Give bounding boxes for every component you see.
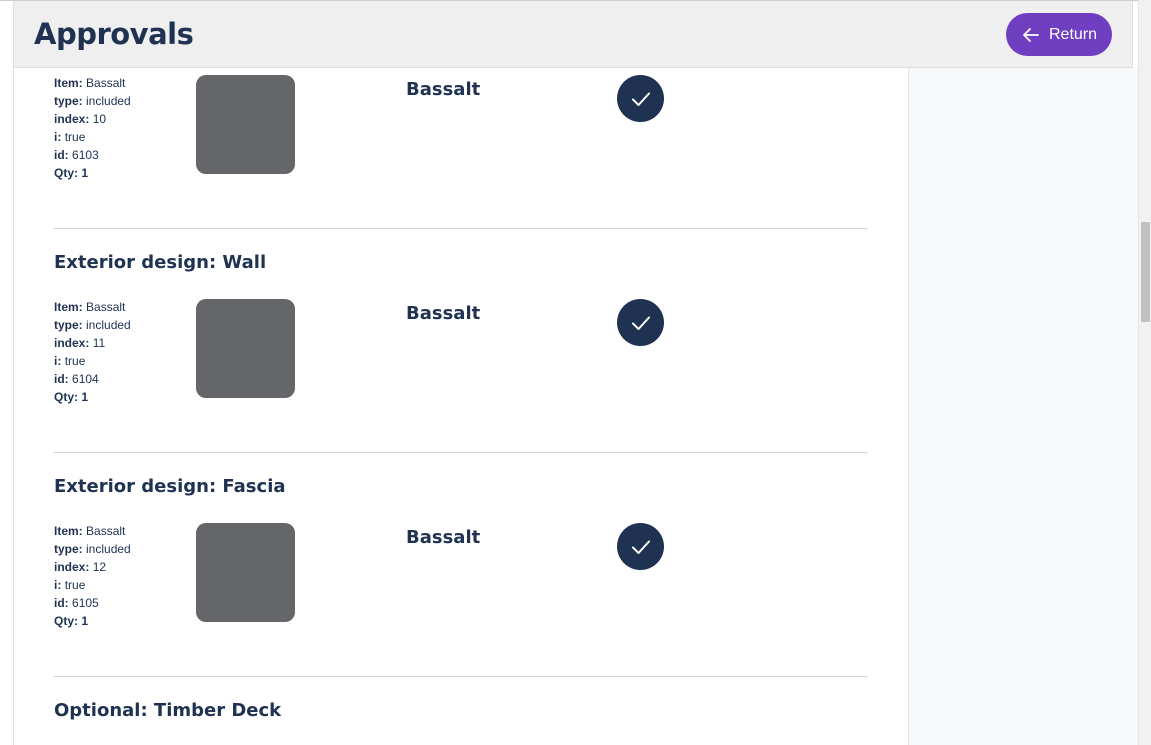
- approval-section: Exterior design: Fascia Item: Bassalt ty…: [54, 476, 868, 676]
- detail-id: id: 6103: [54, 148, 99, 162]
- check-icon: [631, 92, 650, 106]
- item-details: Item: Bassalt type: included index: 11 i…: [54, 298, 131, 406]
- approval-section: Item: Bassalt type: included index: 10 i…: [54, 68, 868, 228]
- item-thumbnail: [196, 75, 295, 174]
- item-thumbnail: [196, 523, 295, 622]
- detail-type: type: included: [54, 94, 131, 108]
- section-title: Exterior design: Wall: [54, 252, 267, 273]
- page-scrollbar[interactable]: [1138, 0, 1151, 745]
- section-title: Exterior design: Fascia: [54, 476, 286, 497]
- detail-index: index: 10: [54, 112, 107, 126]
- detail-id: id: 6104: [54, 372, 99, 386]
- section-divider: [54, 452, 868, 453]
- approve-toggle[interactable]: [617, 299, 664, 346]
- detail-type: type: included: [54, 542, 131, 556]
- detail-id: id: 6105: [54, 596, 99, 610]
- detail-index: index: 12: [54, 560, 107, 574]
- detail-index: index: 11: [54, 336, 106, 350]
- check-icon: [631, 540, 650, 554]
- side-panel: [908, 68, 1138, 745]
- return-button-label: Return: [1048, 25, 1098, 43]
- section-divider: [54, 228, 868, 229]
- page-header: Approvals Return: [14, 1, 1133, 68]
- detail-qty: Qty: 1: [54, 614, 89, 628]
- item-name: Bassalt: [406, 79, 481, 100]
- check-icon: [631, 316, 650, 330]
- section-divider: [54, 676, 868, 677]
- approvals-list: Item: Bassalt type: included index: 10 i…: [14, 68, 908, 745]
- item-details: Item: Bassalt type: included index: 10 i…: [54, 74, 131, 182]
- detail-i: i: true: [54, 578, 86, 592]
- detail-qty: Qty: 1: [54, 166, 89, 180]
- item-details: Item: Bassalt type: included index: 12 i…: [54, 522, 131, 630]
- approval-section: Exterior design: Wall Item: Bassalt type…: [54, 252, 868, 452]
- detail-item: Item: Bassalt: [54, 76, 126, 90]
- item-thumbnail: [196, 299, 295, 398]
- detail-type: type: included: [54, 318, 131, 332]
- item-name: Bassalt: [406, 303, 481, 324]
- approval-section: Optional: Timber Deck: [54, 700, 868, 745]
- approve-toggle[interactable]: [617, 75, 664, 122]
- page-title: Approvals: [34, 17, 194, 51]
- detail-qty: Qty: 1: [54, 390, 89, 404]
- arrow-left-icon: [1023, 27, 1039, 42]
- detail-i: i: true: [54, 130, 86, 144]
- detail-item: Item: Bassalt: [54, 524, 126, 538]
- item-name: Bassalt: [406, 527, 481, 548]
- scrollbar-thumb[interactable]: [1141, 222, 1150, 322]
- return-button[interactable]: Return: [1006, 13, 1112, 56]
- section-title: Optional: Timber Deck: [54, 700, 282, 721]
- approve-toggle[interactable]: [617, 523, 664, 570]
- detail-i: i: true: [54, 354, 86, 368]
- detail-item: Item: Bassalt: [54, 300, 126, 314]
